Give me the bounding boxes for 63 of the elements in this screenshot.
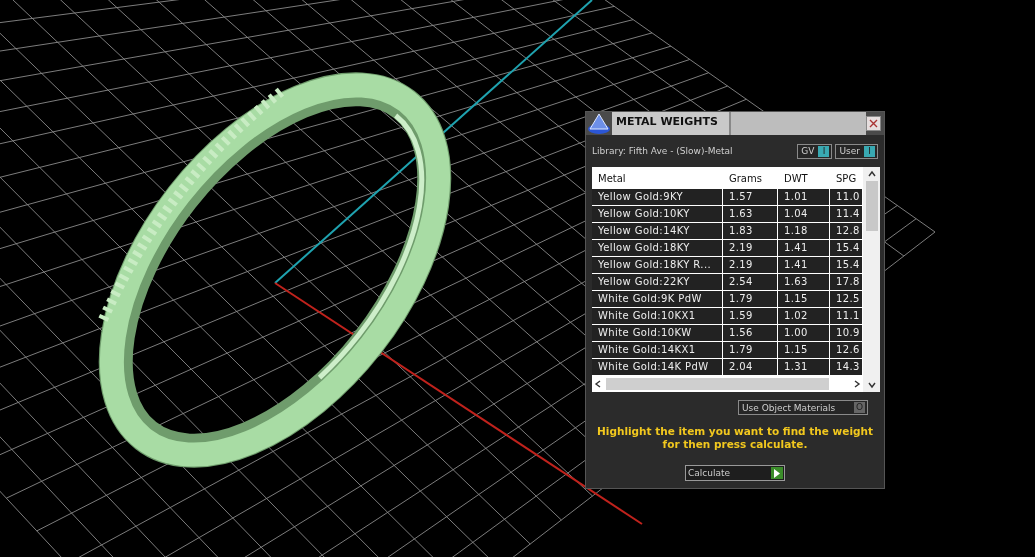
table-cell: White Gold:10KW <box>592 325 723 341</box>
table-row[interactable]: White Gold:10KW 1.56 1.00 10.9 <box>592 325 863 342</box>
table-cell: Yellow Gold:14KY <box>592 223 723 239</box>
play-icon <box>773 468 781 478</box>
table-cell: 1.31 <box>778 359 830 375</box>
toggle-switch[interactable]: GV I <box>797 143 833 159</box>
table-cell: White Gold:14K PdW <box>592 359 723 375</box>
close-icon <box>869 119 878 128</box>
table-cell: White Gold:10KX1 <box>592 308 723 324</box>
table-cell: 1.79 <box>723 342 778 358</box>
table-cell: 2.54 <box>723 274 778 290</box>
table-cell: 2.19 <box>723 257 778 273</box>
table-cell: 1.41 <box>778 240 830 256</box>
table-cell: 1.63 <box>723 206 778 222</box>
table-cell: Yellow Gold:18KY R... <box>592 257 723 273</box>
table-row[interactable]: White Gold:14K PdW 2.04 1.31 14.3 <box>592 359 863 376</box>
close-button[interactable] <box>866 116 881 131</box>
table-cell: 1.83 <box>723 223 778 239</box>
vertical-scrollbar[interactable] <box>863 167 880 392</box>
instruction-text: Highlight the item you want to find the weight for then press calculate. <box>596 425 874 451</box>
table-row[interactable]: Yellow Gold:18KY 2.19 1.41 15.4 <box>592 240 863 257</box>
scrollbar-thumb[interactable] <box>865 181 878 231</box>
column-header[interactable]: SPG <box>830 172 863 184</box>
library-label: Library: Fifth Ave - (Slow)-Metal <box>592 146 733 156</box>
column-header[interactable]: Metal <box>592 172 723 184</box>
table-cell: 2.19 <box>723 240 778 256</box>
table-cell: 1.56 <box>723 325 778 341</box>
column-header[interactable]: DWT <box>778 172 830 184</box>
table-row[interactable]: White Gold:10KX1 1.59 1.02 11.1 <box>592 308 863 325</box>
table-row[interactable]: Yellow Gold:9KY 1.57 1.01 11.0 <box>592 189 863 206</box>
table-cell: White Gold:14KX1 <box>592 342 723 358</box>
table-cell: 2.04 <box>723 359 778 375</box>
table-row[interactable]: White Gold:14KX1 1.79 1.15 12.6 <box>592 342 863 359</box>
table-row[interactable]: Yellow Gold:22KY 2.54 1.63 17.8 <box>592 274 863 291</box>
table-cell: 1.02 <box>778 308 830 324</box>
horizontal-scrollbar[interactable] <box>592 376 863 392</box>
window-title: METAL WEIGHTS <box>612 112 731 135</box>
table-cell: 1.63 <box>778 274 830 290</box>
table-cell: Yellow Gold:22KY <box>592 274 723 290</box>
table-cell: 1.15 <box>778 291 830 307</box>
table-cell: 1.41 <box>778 257 830 273</box>
calculate-button[interactable]: Calculate <box>685 465 785 481</box>
scrollbar-thumb[interactable] <box>606 378 829 390</box>
table-row[interactable]: Yellow Gold:10KY 1.63 1.04 11.4 <box>592 206 863 223</box>
table-cell: White Gold:9K PdW <box>592 291 723 307</box>
table-cell: 1.57 <box>723 189 778 205</box>
table-cell: 1.15 <box>778 342 830 358</box>
table-cell: 1.01 <box>778 189 830 205</box>
use-object-materials-toggle[interactable]: Use Object Materials O <box>738 400 868 415</box>
table-cell: Yellow Gold:9KY <box>592 189 723 205</box>
table-cell: 1.59 <box>723 308 778 324</box>
table-cell: Yellow Gold:18KY <box>592 240 723 256</box>
table-cell: 1.00 <box>778 325 830 341</box>
toggle-switch[interactable]: User I <box>835 143 878 159</box>
table-row[interactable]: Yellow Gold:14KY 1.83 1.18 12.8 <box>592 223 863 240</box>
table-cell: Yellow Gold:10KY <box>592 206 723 222</box>
table-row[interactable]: White Gold:9K PdW 1.79 1.15 12.5 <box>592 291 863 308</box>
table-cell: 1.79 <box>723 291 778 307</box>
pyramid-icon <box>586 111 612 136</box>
column-header[interactable]: Grams <box>723 172 778 184</box>
table-row[interactable]: Yellow Gold:18KY R... 2.19 1.41 15.4 <box>592 257 863 274</box>
table-cell: 1.18 <box>778 223 830 239</box>
table-cell: 1.04 <box>778 206 830 222</box>
